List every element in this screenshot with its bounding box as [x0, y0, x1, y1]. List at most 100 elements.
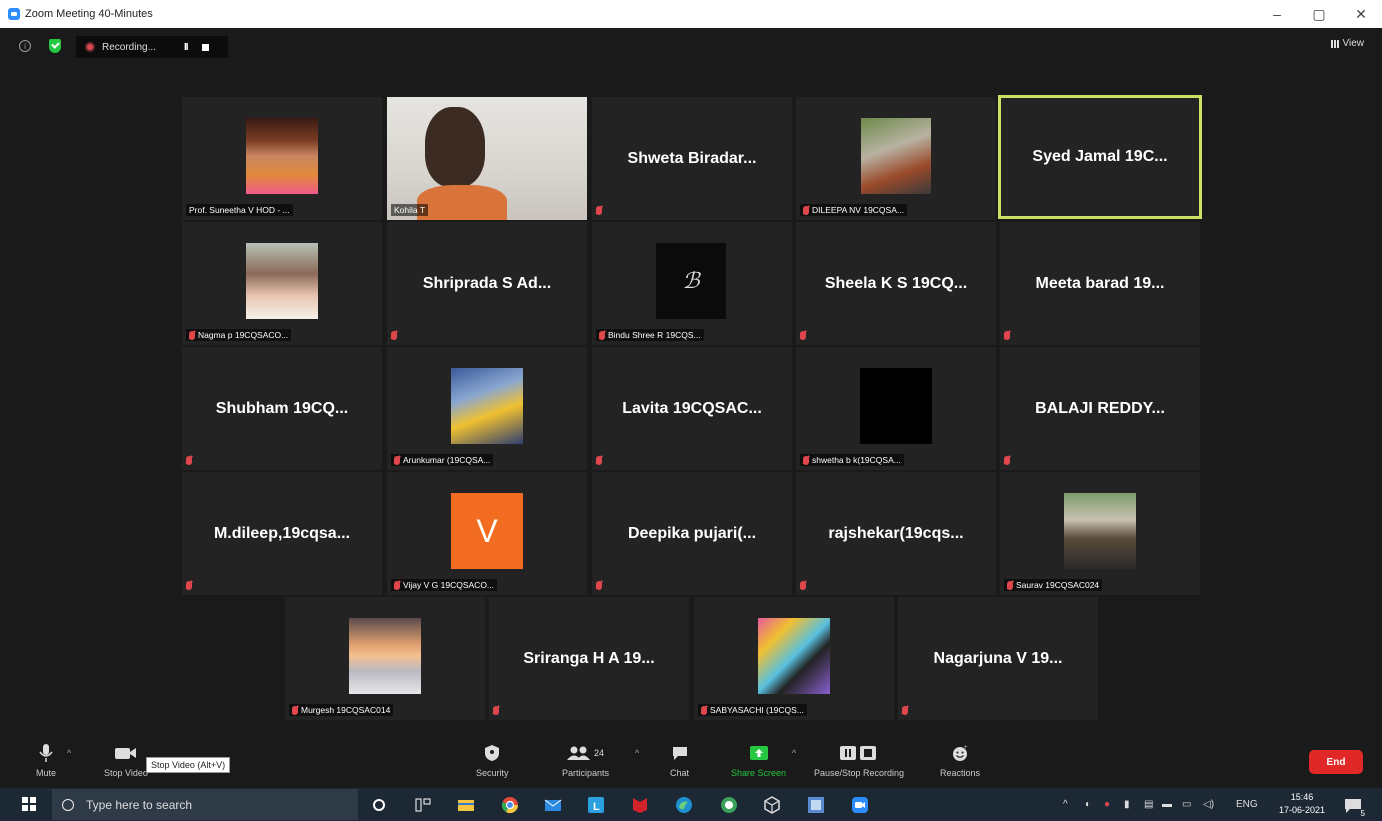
notification-center-icon[interactable]: 5 — [1343, 796, 1365, 818]
active-speaker-tile[interactable]: Syed Jamal 19C... — [998, 95, 1202, 219]
file-explorer-icon[interactable] — [456, 795, 476, 815]
svg-text:+: + — [964, 745, 968, 751]
participant-tile[interactable]: V Vijay V G 19CQSACO... — [387, 472, 587, 595]
edge-icon[interactable] — [674, 795, 694, 815]
participant-tile[interactable]: Murgesh 19CQSAC014 — [285, 597, 485, 720]
vm-app-icon[interactable] — [806, 795, 826, 815]
clock-time: 15:46 — [1290, 792, 1314, 802]
chat-label: Chat — [670, 768, 690, 778]
keyboard-icon[interactable]: ▬ — [1162, 799, 1172, 810]
muted-mic-icon — [1007, 580, 1013, 590]
stop-video-button[interactable]: Stop Video — [104, 742, 148, 778]
participant-tile[interactable]: rajshekar(19cqs... — [796, 472, 996, 595]
end-meeting-button[interactable]: End — [1309, 750, 1363, 774]
chrome-icon[interactable] — [500, 795, 520, 815]
participant-name-label: Bindu Shree R 19CQS... — [596, 329, 704, 341]
reactions-button[interactable]: + Reactions — [940, 742, 980, 778]
share-screen-button[interactable]: Share Screen — [731, 742, 786, 778]
participant-tile[interactable]: Shripradа S Ad... — [387, 222, 587, 345]
muted-mic-icon — [1004, 331, 1010, 340]
security-shield-icon — [484, 742, 500, 764]
close-button[interactable]: ✕ — [1340, 0, 1382, 28]
participant-tile[interactable]: Kohila T — [387, 97, 587, 220]
minimize-button[interactable]: – — [1256, 0, 1298, 28]
zoom-taskbar-icon[interactable] — [850, 795, 870, 815]
participants-button[interactable]: 24 Participants — [562, 742, 609, 778]
participant-tile[interactable]: DILEEPA NV 19CQSA... — [796, 97, 996, 220]
maximize-button[interactable]: ▢ — [1298, 0, 1340, 28]
participant-tile[interactable]: Arunkumar (19CQSA... — [387, 347, 587, 470]
chat-button[interactable]: Chat — [670, 742, 689, 778]
muted-mic-icon — [189, 330, 195, 340]
participant-tile[interactable]: M.dileep,19cqsa... — [182, 472, 382, 595]
cortana-icon[interactable] — [369, 795, 389, 815]
muted-mic-icon — [391, 331, 397, 340]
view-button[interactable]: View — [1330, 38, 1364, 49]
participant-tile[interactable]: Prof. Suneetha V HOD - ... — [182, 97, 382, 220]
participant-shoulders — [417, 185, 507, 220]
mcafee-icon[interactable] — [630, 795, 650, 815]
participant-tile[interactable]: Nagarjuna V 19... — [898, 597, 1098, 720]
participant-tile[interactable]: Meeta barad 19... — [1000, 222, 1200, 345]
participant-photo — [349, 618, 421, 694]
muted-mic-icon — [800, 331, 806, 340]
participant-tile[interactable]: Sheela K S 19CQ... — [796, 222, 996, 345]
share-options-caret-icon[interactable]: ^ — [792, 748, 796, 758]
participant-name: BALAJI REDDY... — [1035, 399, 1165, 417]
browser-icon[interactable] — [719, 795, 739, 815]
taskbar-clock[interactable]: 15:46 17-06-2021 — [1277, 791, 1327, 817]
participant-name-label: SABYASACHI (19CQS... — [698, 704, 807, 716]
muted-mic-icon — [292, 705, 298, 715]
muted-mic-icon — [596, 206, 602, 215]
participant-name: Shubham 19CQ... — [215, 399, 349, 417]
participant-tile[interactable]: Saurav 19CQSAC024 — [1000, 472, 1200, 595]
muted-mic-icon — [701, 705, 707, 715]
security-button[interactable]: Security — [476, 742, 509, 778]
search-icon — [62, 798, 74, 811]
tray-app-icon[interactable]: ◐ — [1085, 799, 1091, 810]
mail-icon[interactable] — [543, 795, 563, 815]
encryption-shield-icon[interactable] — [49, 39, 61, 53]
participants-label: Participants — [562, 768, 610, 778]
tray-security-icon[interactable]: ● — [1104, 799, 1110, 810]
muted-mic-icon — [902, 706, 908, 715]
meeting-info-icon[interactable]: i — [19, 40, 31, 52]
participant-tile[interactable]: BALAJI REDDY... — [1000, 347, 1200, 470]
task-view-icon[interactable] — [413, 795, 433, 815]
participant-tile[interactable]: Lavita 19CQSAC... — [592, 347, 792, 470]
participant-tile[interactable]: Sriranga H A 19... — [489, 597, 689, 720]
tray-expand-icon[interactable]: ^ — [1063, 799, 1068, 810]
participant-tile[interactable]: ℬ Bindu Shree R 19CQS... — [592, 222, 792, 345]
participant-photo — [861, 118, 931, 194]
participant-tile[interactable]: Nagma p 19CQSACO... — [182, 222, 382, 345]
stop-video-tooltip: Stop Video (Alt+V) — [146, 757, 231, 773]
mute-button[interactable]: Mute — [36, 742, 56, 778]
windows-start-icon[interactable] — [22, 797, 36, 811]
stop-recording-button[interactable] — [201, 43, 209, 51]
participants-options-caret-icon[interactable]: ^ — [635, 748, 639, 758]
participant-name: Sriranga H A 19... — [523, 649, 655, 667]
taskbar-search-input[interactable]: Type here to search — [52, 789, 358, 820]
participant-tile[interactable]: Deepika pujari(... — [592, 472, 792, 595]
network-icon[interactable]: ▤ — [1144, 799, 1153, 810]
pause-recording-button[interactable]: II — [184, 42, 188, 53]
chat-bubble-icon — [672, 742, 688, 764]
battery-icon[interactable]: ▮ — [1124, 799, 1130, 810]
participant-tile[interactable]: Shweta Biradar... — [592, 97, 792, 220]
search-placeholder: Type here to search — [86, 797, 193, 812]
participant-name-label: Nagma p 19CQSACO... — [186, 329, 292, 341]
language-indicator[interactable]: ENG — [1236, 799, 1258, 810]
pause-stop-recording-button[interactable]: Pause/Stop Recording — [814, 742, 904, 778]
muted-mic-icon — [803, 455, 809, 465]
lens-app-icon[interactable]: L — [586, 795, 606, 815]
participant-photo — [860, 368, 932, 444]
participant-tile[interactable]: SABYASACHI (19CQS... — [694, 597, 894, 720]
volume-icon[interactable]: ◁) — [1203, 799, 1214, 810]
display-icon[interactable]: ▭ — [1182, 799, 1191, 810]
participant-tile[interactable]: shwetha b k(19CQSA... — [796, 347, 996, 470]
cube-app-icon[interactable] — [762, 795, 782, 815]
participant-name: Deepika pujari(... — [627, 524, 757, 542]
audio-options-caret-icon[interactable]: ^ — [67, 748, 71, 758]
participant-tile[interactable]: Shubham 19CQ... — [182, 347, 382, 470]
participant-name-label: Kohila T — [391, 204, 429, 216]
